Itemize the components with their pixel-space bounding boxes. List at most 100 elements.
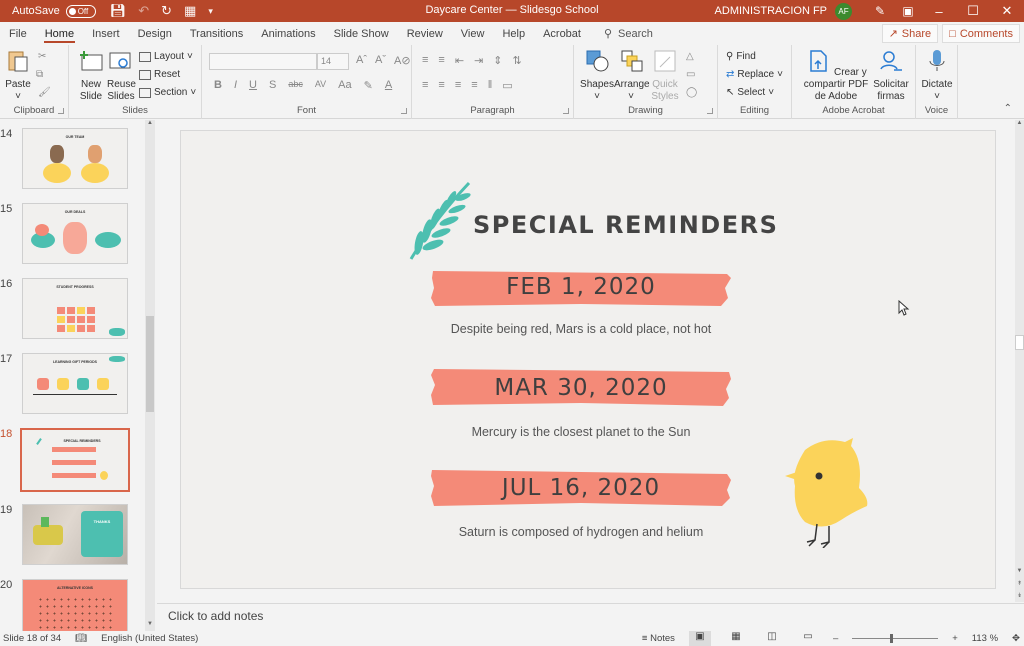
scroll-up-arrow[interactable]: ▲ — [145, 120, 155, 130]
tab-file[interactable]: File — [0, 22, 36, 45]
scrollbar-thumb[interactable] — [146, 316, 154, 412]
tab-insert[interactable]: Insert — [83, 22, 129, 45]
copy-icon[interactable]: ⧉ — [36, 69, 43, 80]
layout-button[interactable]: Layout ˅ — [139, 51, 193, 62]
new-slide-button[interactable]: New Slide — [77, 49, 105, 103]
align-text-icon[interactable]: ▭ — [502, 79, 512, 92]
tab-review[interactable]: Review — [398, 22, 452, 45]
paragraph-dialog-launcher[interactable] — [563, 108, 569, 114]
highlight-icon[interactable]: ✎ — [364, 79, 373, 92]
grow-font-icon[interactable]: Aˆ — [356, 54, 367, 67]
previous-slide-icon[interactable]: ↟ — [1015, 580, 1024, 590]
tab-slide-show[interactable]: Slide Show — [325, 22, 398, 45]
arrange-button[interactable]: Arrange ˅ — [614, 49, 650, 103]
shape-outline-icon[interactable]: ▭ — [686, 69, 695, 80]
shapes-button[interactable]: Shapes ˅ — [580, 49, 614, 103]
cut-icon[interactable]: ✂ — [38, 51, 46, 62]
find-button[interactable]: ⚲ Find — [726, 51, 756, 62]
reading-view-button[interactable]: ◫ — [761, 631, 783, 646]
bold-button[interactable]: B — [214, 79, 222, 92]
align-center-icon[interactable]: ≡ — [438, 79, 444, 92]
autosave-control[interactable]: AutoSave Off — [12, 4, 96, 18]
slide-thumbnail-16[interactable]: STUDENT PROGRESS — [22, 278, 128, 339]
line-spacing-icon[interactable]: ⇕ — [493, 54, 502, 67]
next-slide-icon[interactable]: ↡ — [1015, 592, 1024, 602]
tab-design[interactable]: Design — [129, 22, 181, 45]
shape-effects-icon[interactable]: ◯ — [686, 87, 697, 98]
present-icon[interactable]: ▦ — [184, 3, 196, 19]
reminder-date[interactable]: MAR 30, 2020 — [431, 375, 731, 401]
tab-animations[interactable]: Animations — [252, 22, 324, 45]
slide-thumbnail-14[interactable]: OUR TEAM — [22, 128, 128, 189]
tab-acrobat[interactable]: Acrobat — [534, 22, 590, 45]
columns-icon[interactable]: ‖ — [488, 79, 493, 92]
save-icon[interactable]: 💾︎ — [110, 3, 127, 19]
scroll-down-arrow[interactable]: ▼ — [1015, 568, 1024, 578]
maximize-button[interactable]: ☐ — [956, 3, 990, 19]
tab-view[interactable]: View — [452, 22, 494, 45]
clipboard-dialog-launcher[interactable] — [58, 108, 64, 114]
accessibility-icon[interactable]: 📖︎ — [75, 633, 87, 644]
dictate-button[interactable]: Dictate ˅ — [920, 49, 954, 103]
slide-thumbnail-17[interactable]: LEARNING GIFT PERIODS — [22, 353, 128, 414]
shadow-button[interactable]: S — [269, 79, 276, 92]
undo-icon[interactable]: ↶ — [138, 3, 149, 19]
slide-sorter-view-button[interactable]: ▦ — [725, 631, 747, 646]
zoom-slider[interactable] — [852, 634, 939, 643]
comments-button[interactable]: □ Comments — [942, 24, 1020, 43]
ribbon-display-icon[interactable]: ▣ — [894, 4, 922, 18]
redo-icon[interactable]: ↻ — [161, 3, 172, 19]
avatar[interactable]: AF — [835, 2, 852, 20]
minimize-button[interactable]: – — [922, 4, 956, 19]
autosave-toggle[interactable]: Off — [65, 4, 96, 18]
italic-button[interactable]: I — [234, 79, 237, 92]
shrink-font-icon[interactable]: Aˇ — [375, 54, 386, 67]
tab-help[interactable]: Help — [493, 22, 534, 45]
share-button[interactable]: ↗ Share — [881, 24, 939, 43]
quick-styles-button[interactable]: Quick Styles — [650, 49, 680, 103]
reminder-date[interactable]: JUL 16, 2020 — [431, 475, 731, 501]
request-signatures-button[interactable]: Solicitar firmas — [872, 49, 910, 103]
scrollbar-thumb[interactable] — [1015, 335, 1024, 350]
font-size-input[interactable]: 14 — [317, 53, 349, 70]
slide-title[interactable]: SPECIAL REMINDERS — [473, 211, 778, 239]
align-left-icon[interactable]: ≡ — [422, 79, 428, 92]
slide-scrollbar[interactable]: ▲ ▼ ↟ ↡ — [1015, 120, 1024, 602]
align-right-icon[interactable]: ≡ — [455, 79, 461, 92]
select-button[interactable]: ↖ Select ˅ — [726, 87, 774, 98]
drawing-dialog-launcher[interactable] — [707, 108, 713, 114]
thumbnail-scrollbar[interactable]: ▲ ▼ — [145, 120, 155, 631]
collapse-ribbon-icon[interactable]: ⌃ — [1004, 103, 1012, 114]
paste-button[interactable]: Paste ˅ — [5, 49, 31, 103]
decrease-indent-icon[interactable]: ⇤ — [455, 54, 464, 67]
reset-button[interactable]: Reset — [139, 69, 180, 80]
slide-thumbnail-19[interactable]: THANKS — [22, 504, 128, 565]
slide-canvas[interactable]: SPECIAL REMINDERS FEB 1, 2020 Despite be… — [180, 130, 996, 589]
clear-formatting-icon[interactable]: A⊘ — [394, 54, 411, 67]
font-color-icon[interactable]: A — [385, 79, 392, 92]
character-spacing-button[interactable]: AV — [315, 79, 326, 92]
bullets-icon[interactable]: ≡ — [422, 54, 428, 67]
zoom-out-button[interactable]: – — [833, 633, 838, 644]
close-button[interactable]: ✕ — [990, 3, 1024, 19]
notes-pane[interactable]: Click to add notes — [157, 603, 1024, 631]
reuse-slides-button[interactable]: Reuse Slides — [107, 49, 136, 103]
change-case-button[interactable]: Aa — [338, 79, 351, 92]
tab-home[interactable]: Home — [36, 22, 83, 45]
zoom-level[interactable]: 113 % — [972, 633, 998, 644]
slide-thumbnail-18[interactable]: SPECIAL REMINDERS — [20, 428, 130, 492]
tab-transitions[interactable]: Transitions — [181, 22, 252, 45]
numbering-icon[interactable]: ≡ — [438, 54, 444, 67]
user-name[interactable]: ADMINISTRACION FP — [715, 5, 827, 17]
replace-button[interactable]: ⇄ Replace ˅ — [726, 69, 783, 80]
zoom-slider-knob[interactable] — [890, 634, 894, 643]
fit-to-window-icon[interactable]: ✥ — [1012, 633, 1020, 644]
customize-qat-icon[interactable]: ▾ — [208, 6, 213, 17]
text-direction-icon[interactable]: ⇅ — [513, 54, 522, 67]
scroll-down-arrow[interactable]: ▼ — [145, 621, 155, 631]
justify-icon[interactable]: ≡ — [471, 79, 477, 92]
search-box[interactable]: ⚲ Search — [604, 27, 653, 41]
language-indicator[interactable]: English (United States) — [101, 633, 198, 644]
slide-thumbnail-20[interactable]: ALTERNATIVE ICONS — [22, 579, 128, 631]
format-painter-icon[interactable]: 🖌︎ — [38, 87, 51, 98]
